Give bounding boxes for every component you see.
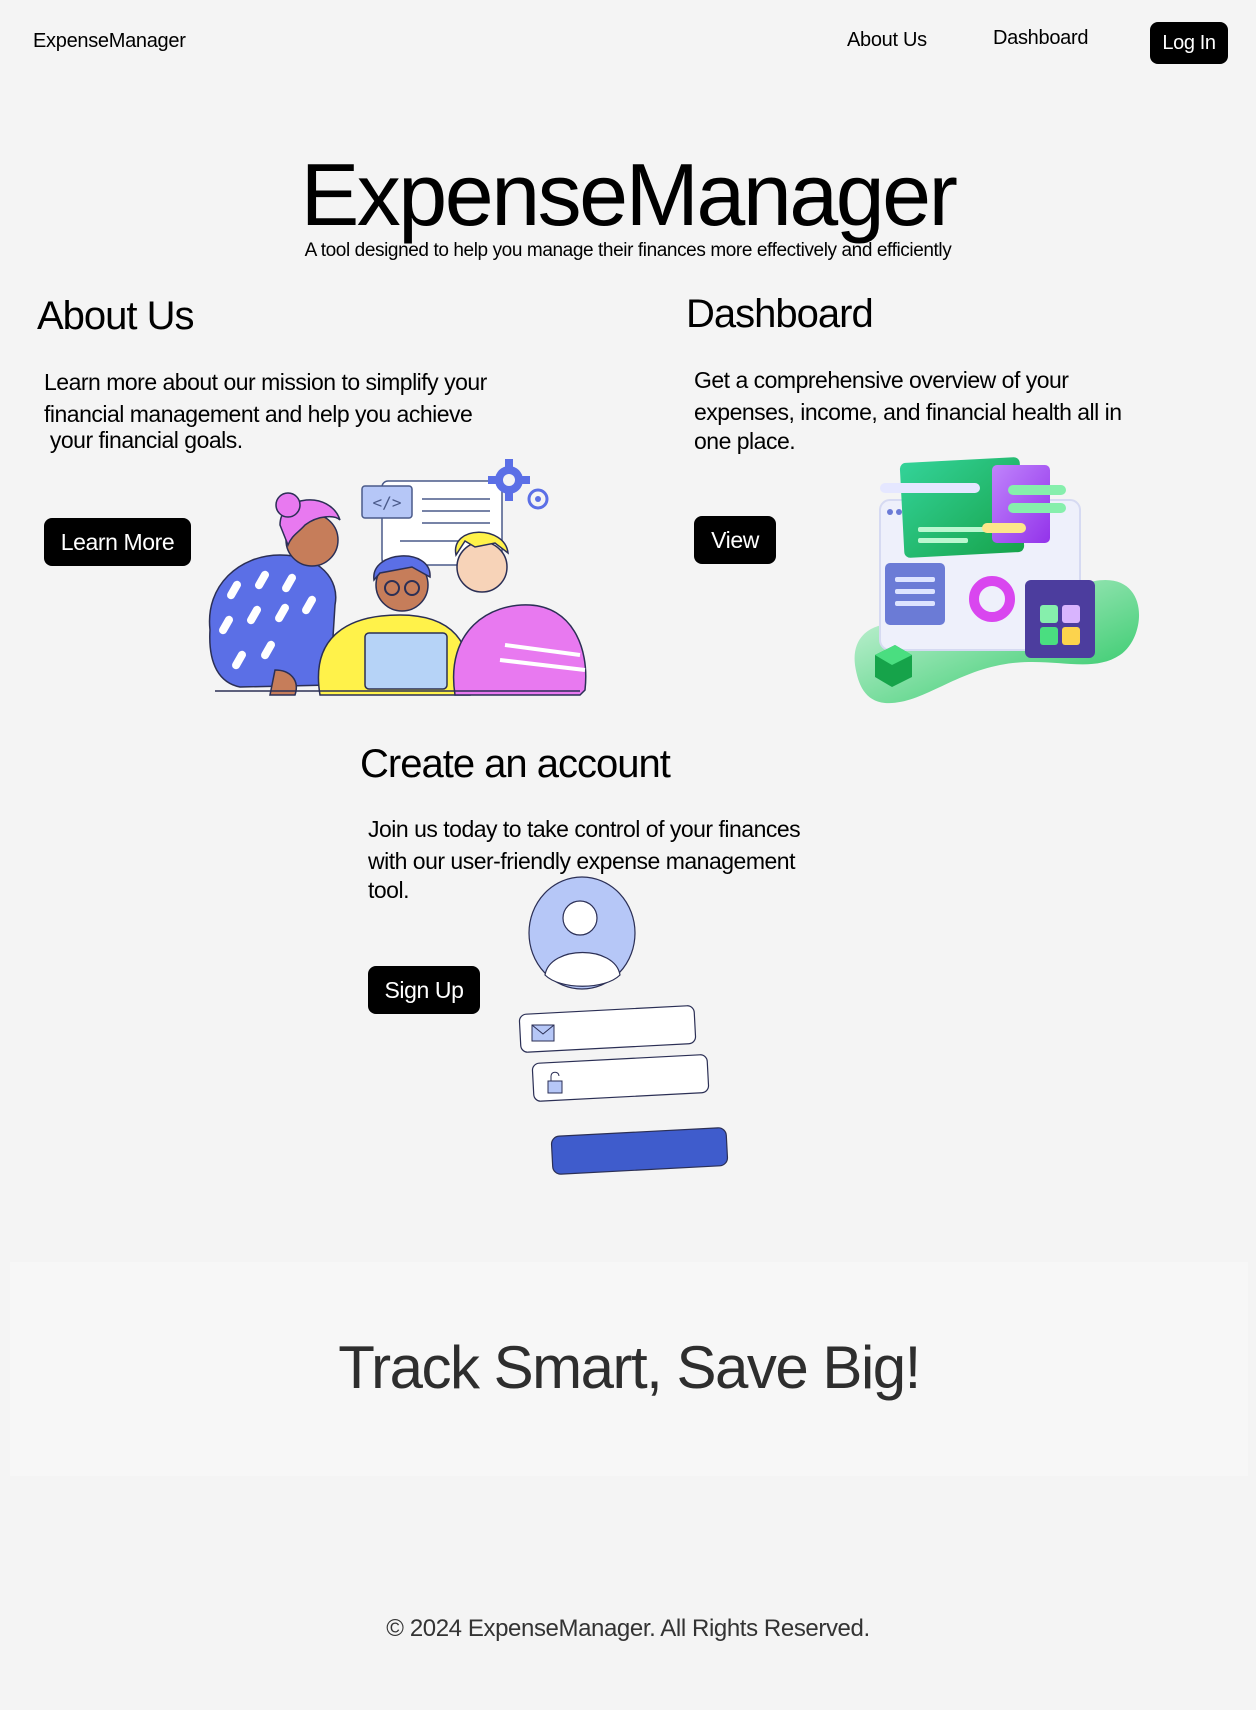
login-button[interactable]: Log In <box>1150 22 1228 64</box>
dashboard-line-1: Get a comprehensive overview of your <box>694 367 1069 393</box>
about-heading: About Us <box>37 294 195 338</box>
tagline-text: Track Smart, Save Big! <box>338 1334 921 1401</box>
about-line-1: Learn more about our mission to simplify… <box>44 369 487 395</box>
person-middle <box>317 555 472 696</box>
dashboard-description: Get a comprehensive overview of your exp… <box>694 364 1174 457</box>
nav-link-about-us[interactable]: About Us <box>847 29 927 52</box>
tagline-banner: Track Smart, Save Big! <box>10 1262 1248 1476</box>
password-field-illustration <box>531 1054 710 1102</box>
dashboard-line-2: expenses, income, and financial health a… <box>694 399 1122 425</box>
nav-link-dashboard[interactable]: Dashboard <box>993 27 1088 50</box>
mail-icon <box>531 1024 555 1042</box>
team-illustration: </> <box>208 459 587 696</box>
sign-up-button[interactable]: Sign Up <box>368 966 480 1014</box>
hero-subtitle: A tool designed to help you manage their… <box>304 240 952 261</box>
dashboard-heading: Dashboard <box>686 292 874 336</box>
about-description: Learn more about our mission to simplify… <box>44 366 604 456</box>
form-submit-illustration <box>550 1127 729 1175</box>
email-field-illustration <box>518 1005 697 1053</box>
view-button[interactable]: View <box>694 516 776 564</box>
signup-line-1: Join us today to take control of your fi… <box>368 816 801 842</box>
person-right <box>452 531 587 696</box>
nav-brand[interactable]: ExpenseManager <box>33 30 186 53</box>
svg-text:</>: </> <box>373 493 402 512</box>
signup-heading: Create an account <box>360 742 671 786</box>
signup-form-illustration <box>518 876 729 1175</box>
user-avatar-icon <box>528 876 636 990</box>
signup-line-2: with our user-friendly expense managemen… <box>368 848 795 874</box>
dashboard-illustration <box>854 457 1140 704</box>
footer-copyright: © 2024 ExpenseManager. All Rights Reserv… <box>386 1615 870 1642</box>
dashboard-line-3: one place. <box>694 428 796 454</box>
code-icon: </> <box>361 485 413 519</box>
learn-more-button[interactable]: Learn More <box>44 518 191 566</box>
hero-title: ExpenseManager <box>300 145 958 244</box>
